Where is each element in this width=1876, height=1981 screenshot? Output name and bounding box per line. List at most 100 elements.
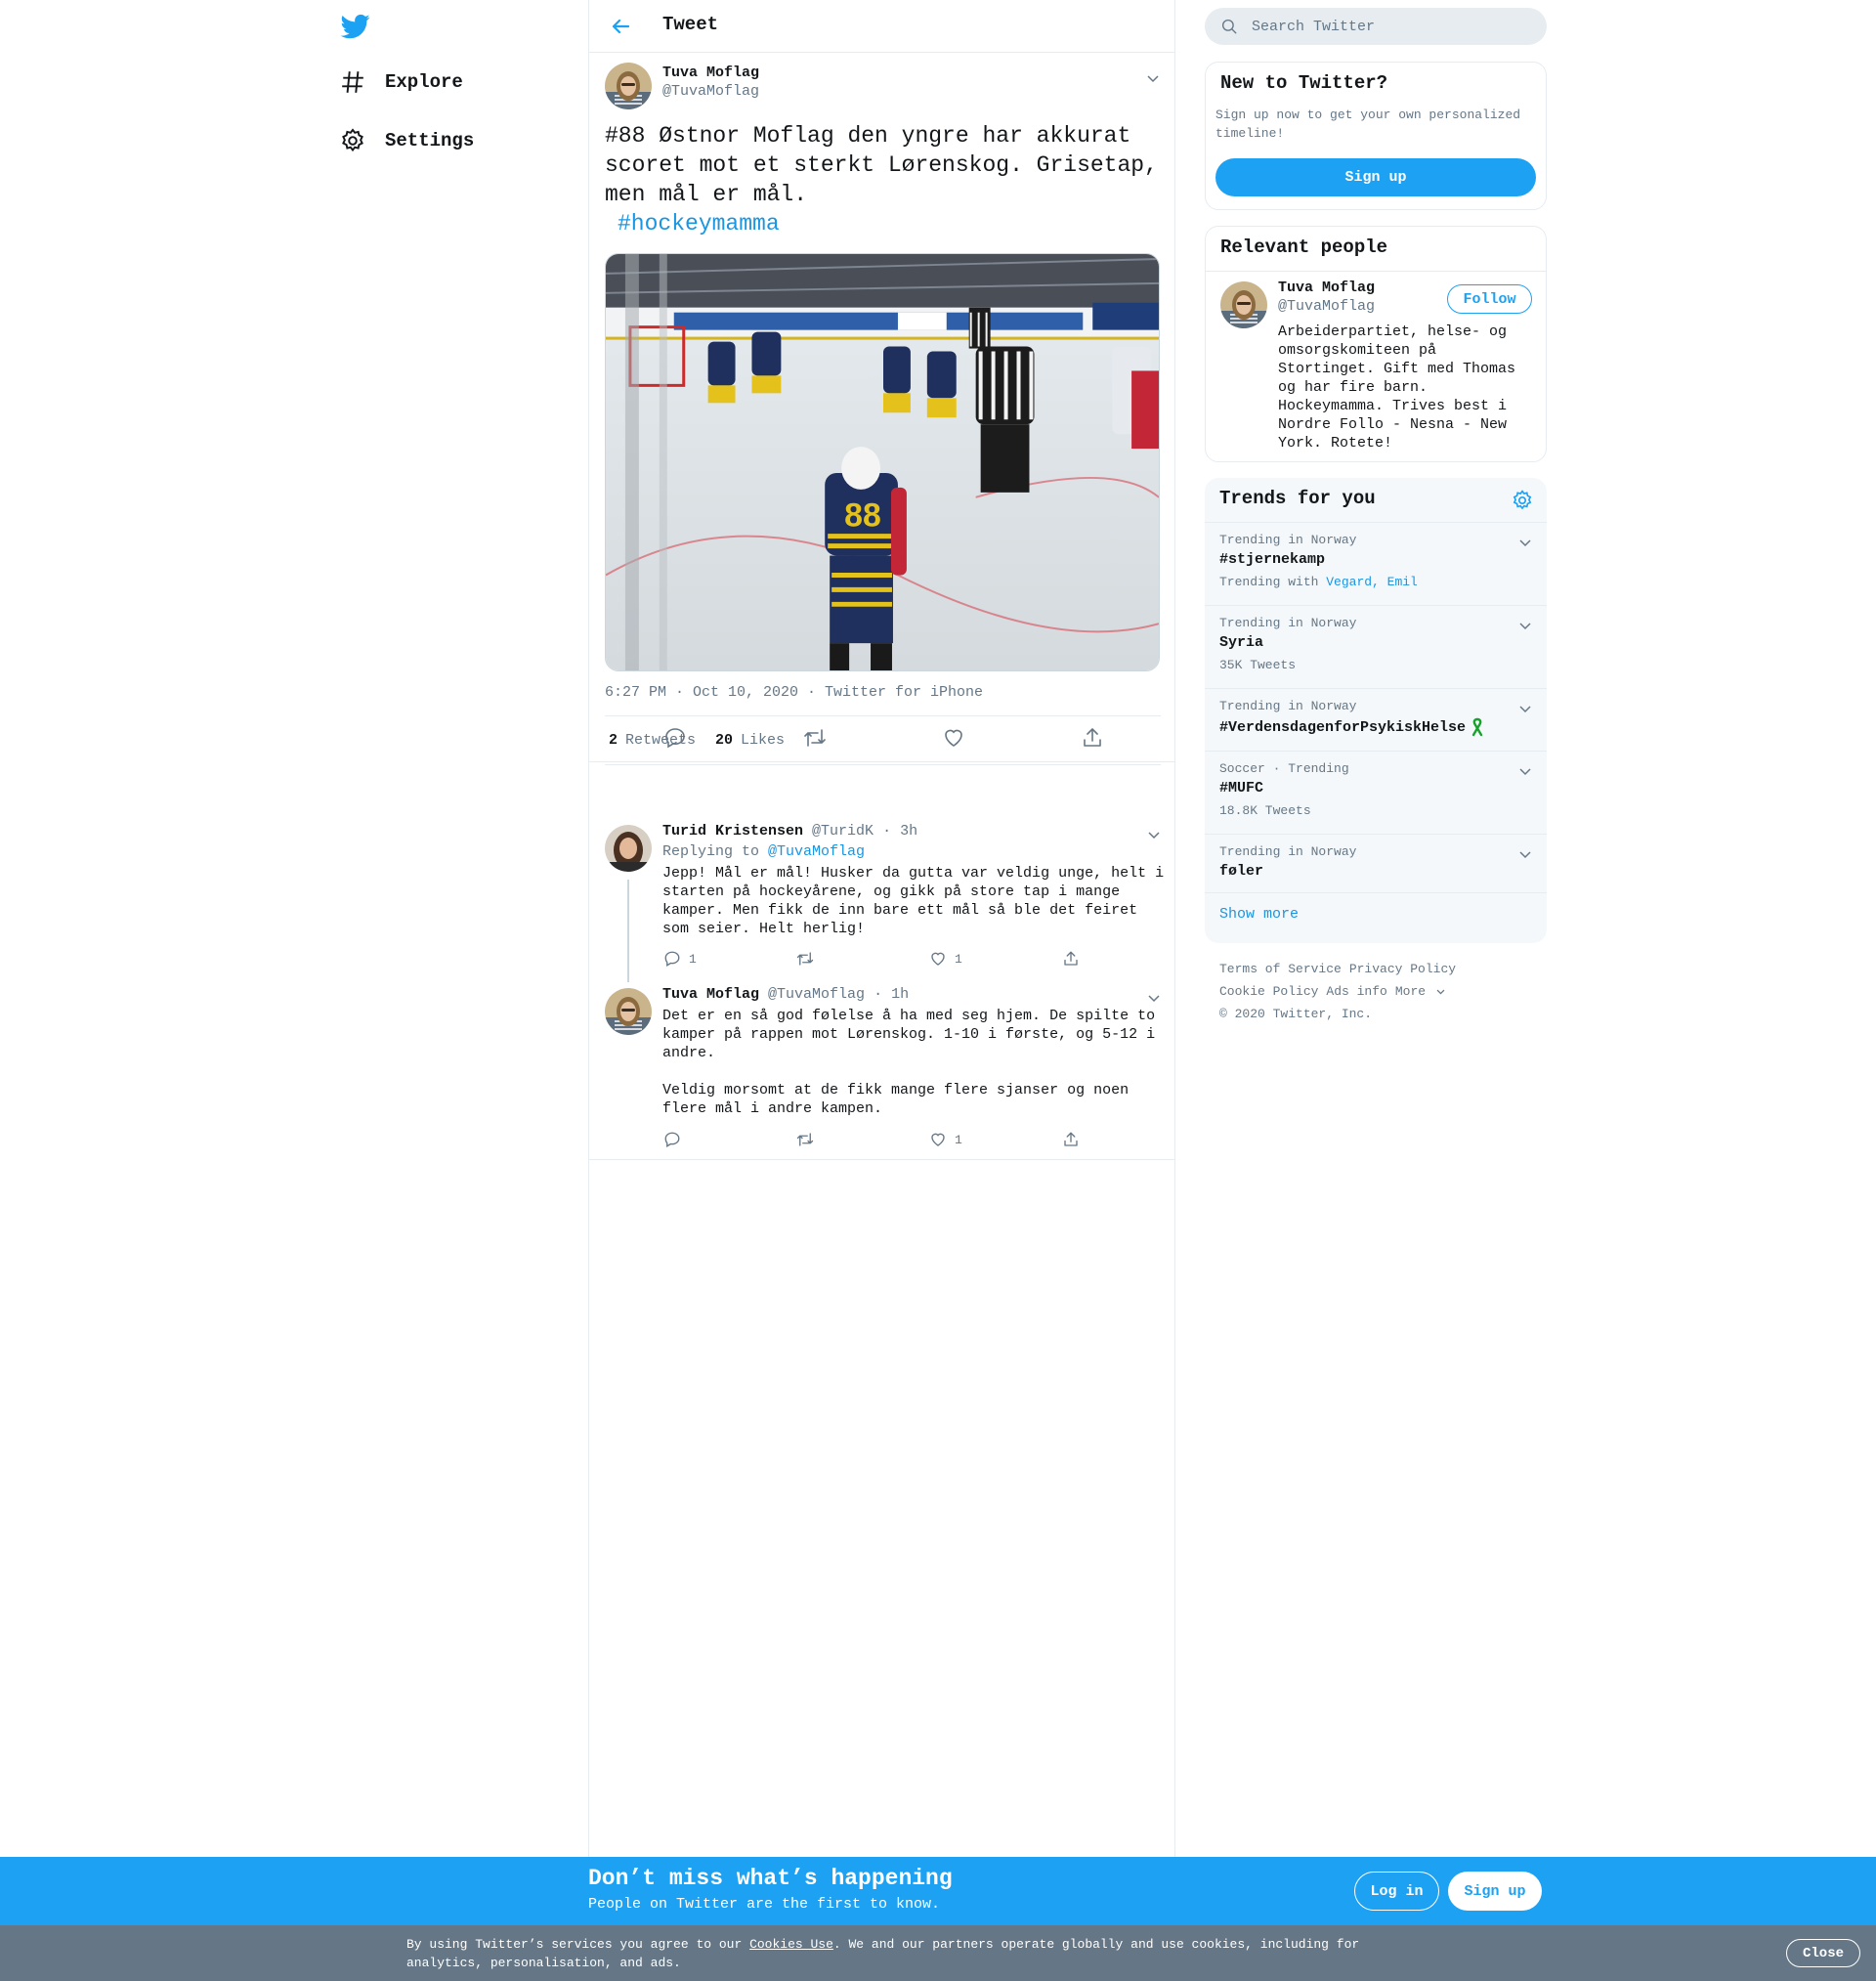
close-button[interactable]: Close [1786,1939,1860,1967]
share-icon [1064,951,1078,966]
terms-link[interactable]: Terms of Service [1219,962,1342,976]
chevron-down-icon[interactable] [1517,535,1533,550]
follow-button[interactable]: Follow [1447,284,1532,314]
chevron-down-icon[interactable] [1146,990,1162,1006]
trend-sub-prefix: Trending with [1219,575,1319,589]
trend-name: Syria [1219,634,1264,651]
chevron-down-icon[interactable] [1517,618,1533,633]
gear-icon[interactable] [1512,490,1533,511]
trend-item[interactable]: Trending in Norway føler [1205,834,1547,892]
like-action[interactable]: 1 [929,950,962,968]
chevron-down-icon[interactable] [1145,70,1161,86]
chevron-down-icon[interactable] [1146,827,1162,842]
cookies-use-link[interactable]: Cookies Use [749,1937,833,1952]
nav-explore[interactable]: Explore [340,63,463,102]
reply-icon[interactable] [663,726,687,750]
retweet-action[interactable] [796,950,822,968]
cookie-policy-link[interactable]: Cookie Policy [1219,984,1318,999]
nav-explore-label: Explore [385,71,463,93]
reply-author-handle[interactable]: @TuridK [812,823,874,840]
show-more-link[interactable]: Show more [1219,906,1299,923]
person-name[interactable]: Tuva Moflag [1278,280,1375,296]
trend-item[interactable]: Trending in Norway #VerdensdagenforPsyki… [1205,688,1547,751]
trend-sub-links[interactable]: Vegard, Emil [1326,575,1418,589]
chevron-down-icon[interactable] [1517,701,1533,716]
search-input[interactable] [1252,18,1525,35]
footer-links: Terms of Service Privacy Policy Cookie Po… [1219,958,1532,1025]
reply-author-name[interactable]: Turid Kristensen [662,823,803,840]
trend-item[interactable]: Trending in Norway Syria 35K Tweets [1205,605,1547,688]
card-description: Sign up now to get your own personalized… [1215,108,1521,141]
trend-context: Trending in Norway [1219,699,1357,713]
like-count: 1 [955,951,962,967]
ribbon-icon [1471,717,1483,737]
login-button[interactable]: Log in [1354,1872,1439,1911]
svg-text:88: 88 [844,497,881,535]
privacy-link[interactable]: Privacy Policy [1349,962,1456,976]
avatar[interactable] [605,63,652,109]
more-link[interactable]: More [1395,984,1446,999]
signup-button[interactable]: Sign up [1448,1872,1542,1911]
avatar[interactable] [605,825,652,872]
trend-context: Trending in Norway [1219,616,1357,630]
reply-author-name[interactable]: Tuva Moflag [662,986,759,1003]
trend-name-row: #VerdensdagenforPsykiskHelse [1219,717,1485,737]
tweet-timestamp[interactable]: 6:27 PM · Oct 10, 2020 · Twitter for iPh… [605,684,983,701]
retweet-action[interactable] [796,1131,822,1148]
chevron-down-icon[interactable] [1517,846,1533,862]
reply-icon [664,1132,680,1147]
avatar[interactable] [1220,281,1267,328]
divider [1206,271,1546,272]
search-icon [1221,19,1237,34]
tweet-header: Tweet [589,0,1174,53]
more-label: More [1394,984,1427,999]
reply-time[interactable]: · 1h [874,986,909,1003]
reply-action[interactable] [663,1131,689,1148]
signup-banner: Don’t miss what’s happening People on Tw… [0,1857,1876,1925]
search-box[interactable] [1205,8,1547,45]
tweet-photo[interactable]: 88 [605,253,1160,671]
retweet-icon[interactable] [803,726,827,750]
tweet-body: #88 Østnor Moflag den yngre har akkurat … [605,123,1158,207]
trend-item[interactable]: Soccer · Trending #MUFC 18.8K Tweets [1205,751,1547,834]
chevron-down-icon[interactable] [1517,763,1533,779]
cookie-text-before: By using Twitter’s services you agree to… [406,1937,750,1952]
page-title: Tweet [662,14,719,35]
trend-item[interactable]: Trending in Norway #stjernekamp Trending… [1205,522,1547,605]
replying-prefix: Replying to [662,843,760,860]
card-title: New to Twitter? [1220,72,1388,94]
replying-to-link[interactable]: @TuvaMoflag [768,843,865,860]
like-icon [931,952,945,966]
person-bio: Arbeiderpartiet, helse- og omsorgskomite… [1278,323,1516,452]
hashtag-link[interactable]: #hockeymamma [605,209,1162,238]
nav-settings[interactable]: Settings [340,121,474,160]
author-name[interactable]: Tuva Moflag [662,65,759,81]
reply-action[interactable]: 1 [663,950,697,968]
reply-header: Turid Kristensen @TuridK · 3h [662,823,917,840]
person-handle[interactable]: @TuvaMoflag [1278,298,1375,315]
back-arrow-icon[interactable] [609,15,632,38]
signup-button[interactable]: Sign up [1215,158,1536,196]
ads-info-link[interactable]: Ads info [1326,984,1386,999]
relevant-people-card: Relevant people Tuva Moflag @TuvaMoflag … [1205,226,1547,462]
trend-sub: 35K Tweets [1219,658,1297,672]
reply-header: Tuva Moflag @TuvaMoflag · 1h [662,986,909,1003]
divider [1205,892,1547,893]
author-handle[interactable]: @TuvaMoflag [662,83,759,100]
card-title: Trends for you [1219,488,1376,509]
share-icon[interactable] [1081,726,1104,750]
gear-icon [342,128,363,152]
trend-name: føler [1219,863,1264,880]
avatar[interactable] [605,988,652,1035]
reply-author-handle[interactable]: @TuvaMoflag [768,986,865,1003]
like-action[interactable]: 1 [929,1131,962,1148]
reply-time[interactable]: · 3h [882,823,917,840]
banner-title: Don’t miss what’s happening [588,1866,953,1891]
reply-icon [664,951,680,967]
trend-name: #MUFC [1219,780,1264,797]
trend-context: Trending in Norway [1219,533,1357,547]
share-action[interactable] [1062,950,1087,968]
like-icon[interactable] [942,726,965,750]
twitter-logo-icon[interactable] [340,12,371,41]
share-action[interactable] [1062,1131,1087,1148]
